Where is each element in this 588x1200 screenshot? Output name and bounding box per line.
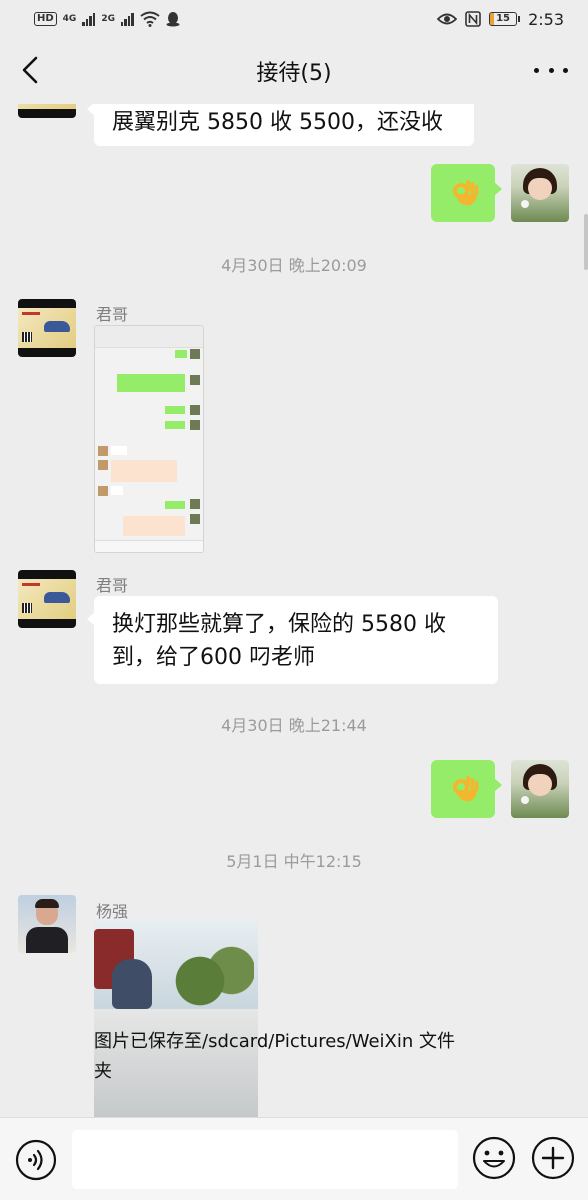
scrollbar[interactable] [584, 214, 588, 270]
message-bubble[interactable]: 换灯那些就算了，保险的 5580 收 到，给了600 叼老师 [87, 596, 498, 684]
message-list[interactable]: 展翼别克 5850 收 5500，还没收 4月30日 晚上20:09 君哥 君哥… [0, 104, 588, 1117]
ok-hand-emoji-icon [453, 180, 479, 206]
avatar-jun-ge[interactable] [18, 570, 76, 628]
message-bubble[interactable]: 展翼别克 5850 收 5500，还没收 [87, 104, 474, 146]
message-input[interactable] [72, 1130, 458, 1189]
eye-icon [437, 13, 458, 25]
avatar-jun-ge[interactable] [18, 104, 76, 118]
message-bubble-self[interactable] [431, 760, 502, 818]
battery-level: 15 [496, 13, 511, 24]
timestamp: 4月30日 晚上21:44 [221, 716, 367, 735]
message-text: 展翼别克 5850 收 5500，还没收 [112, 110, 443, 135]
avatar-self[interactable] [511, 164, 569, 222]
avatar-self[interactable] [511, 760, 569, 818]
toast-text-line: 夹 [94, 1061, 112, 1082]
chevron-left-icon[interactable] [14, 52, 50, 88]
avatar-jun-ge[interactable] [18, 299, 76, 357]
network-2g-label: 2G [101, 13, 115, 24]
message-bubble-self[interactable] [431, 164, 502, 222]
chat-title: 接待(5) [256, 61, 332, 86]
message-text-line: 到，给了600 叼老师 [112, 645, 315, 670]
signal-icon-2 [120, 12, 134, 26]
toast-text-line: 图片已保存至/sdcard/Pictures/WeiXin 文件 [94, 1031, 455, 1052]
message-text-line: 换灯那些就算了，保险的 5580 收 [112, 612, 446, 637]
sender-name: 君哥 [96, 576, 129, 595]
wifi-icon [140, 11, 160, 27]
network-4g-label: 4G [62, 13, 77, 24]
signal-icon [82, 12, 96, 26]
status-bar: HD 4G 2G 15 2:53 [0, 0, 588, 38]
voice-icon[interactable] [15, 1139, 57, 1181]
photo-image[interactable] [94, 919, 258, 1117]
battery-icon: 15 [489, 12, 521, 26]
saved-toast: 图片已保存至/sdcard/Pictures/WeiXin 文件 夹 [94, 1027, 504, 1087]
plus-icon[interactable] [531, 1136, 575, 1180]
hd-badge: HD [34, 12, 57, 26]
avatar-yang-qiang[interactable] [18, 895, 76, 953]
sender-name: 君哥 [96, 305, 129, 324]
status-time: 2:53 [528, 9, 564, 29]
more-dots-icon[interactable] [534, 62, 568, 78]
emoji-icon[interactable] [472, 1136, 516, 1180]
input-bar [0, 1117, 588, 1200]
chat-header: 接待(5) [0, 38, 588, 104]
qq-penguin-icon [166, 12, 180, 27]
timestamp: 5月1日 中午12:15 [226, 852, 362, 871]
ok-hand-emoji-icon [453, 776, 479, 802]
screenshot-image[interactable] [94, 325, 204, 553]
nfc-icon [465, 11, 481, 27]
timestamp: 4月30日 晚上20:09 [221, 256, 367, 275]
